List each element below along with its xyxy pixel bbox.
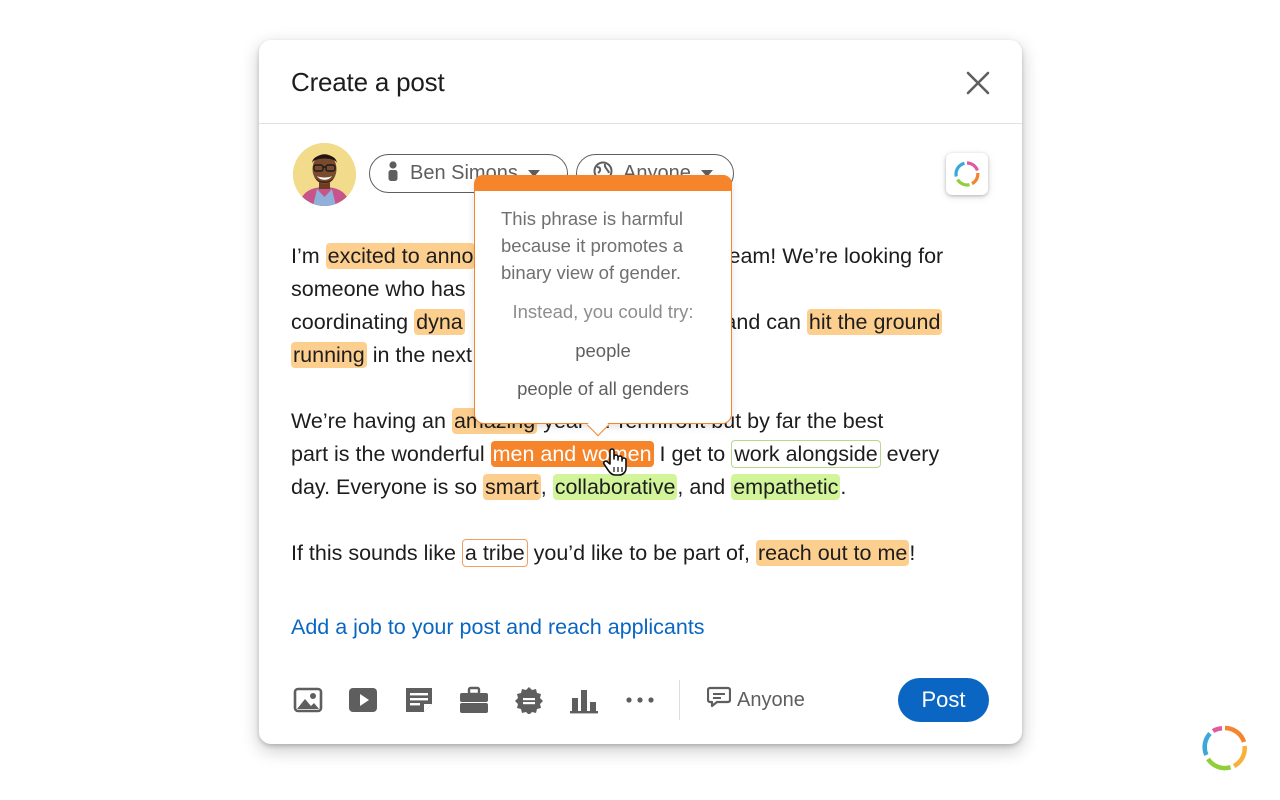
comment-audience-label: Anyone bbox=[737, 688, 805, 711]
post-text: . bbox=[840, 475, 847, 499]
positive-phrase[interactable]: collaborative bbox=[552, 474, 678, 500]
extension-ring-button[interactable] bbox=[946, 153, 988, 195]
document-icon[interactable] bbox=[404, 686, 434, 714]
toolbar-divider bbox=[679, 680, 680, 720]
post-text: you’d like to be part of, bbox=[527, 541, 756, 565]
post-text: someone who has bbox=[291, 277, 466, 301]
inclusive-language-suggestion-popover: This phrase is harmful because it promot… bbox=[474, 175, 732, 437]
close-icon[interactable] bbox=[959, 64, 997, 102]
ring-logo-icon bbox=[954, 161, 980, 187]
celebrate-icon[interactable] bbox=[514, 686, 544, 715]
flagged-phrase[interactable]: excited to anno bbox=[325, 243, 476, 269]
dialog-title: Create a post bbox=[291, 67, 445, 97]
flagged-phrase[interactable]: smart bbox=[483, 474, 541, 500]
post-text: day. Everyone is so bbox=[291, 475, 483, 499]
post-text: every bbox=[880, 442, 940, 466]
post-text: I’m bbox=[291, 244, 326, 268]
post-text: ! bbox=[909, 541, 916, 565]
flagged-phrase[interactable]: dyna bbox=[414, 309, 465, 335]
positive-phrase[interactable]: empathetic bbox=[731, 474, 841, 500]
create-post-dialog: Create a post Ben Simons Anyone I’m exci… bbox=[259, 40, 1022, 744]
post-button[interactable]: Post bbox=[898, 678, 989, 722]
avatar bbox=[293, 143, 356, 206]
post-text: coordinating bbox=[291, 310, 415, 334]
post-paragraph-3: If this sounds like a tribe you’d like t… bbox=[291, 537, 996, 570]
flagged-phrase[interactable]: a tribe bbox=[461, 539, 528, 567]
suggestion-instead-label: Instead, you could try: bbox=[512, 301, 694, 322]
comment-audience-button[interactable]: Anyone bbox=[706, 686, 805, 714]
suggestion-option[interactable]: people bbox=[475, 340, 731, 362]
poll-icon[interactable] bbox=[569, 686, 599, 714]
more-icon[interactable] bbox=[625, 686, 655, 714]
post-text: If this sounds like bbox=[291, 541, 462, 565]
dialog-header: Create a post bbox=[259, 40, 1022, 124]
post-text: eam! We’re looking for bbox=[728, 244, 944, 268]
video-icon[interactable] bbox=[348, 686, 378, 714]
suggestion-option[interactable]: people of all genders bbox=[475, 378, 731, 400]
post-toolbar: Anyone Post bbox=[291, 678, 991, 722]
flagged-phrase[interactable]: hit the ground bbox=[806, 309, 943, 335]
suggestion-message: This phrase is harmful because it promot… bbox=[501, 208, 684, 283]
post-text: , and bbox=[677, 475, 732, 499]
suggested-phrase[interactable]: work alongside bbox=[731, 440, 881, 468]
flagged-phrase[interactable]: running bbox=[291, 342, 367, 368]
popover-accent-bar bbox=[474, 175, 732, 191]
active-flagged-phrase[interactable]: men and women bbox=[490, 441, 654, 467]
ring-logo-icon bbox=[1202, 725, 1248, 771]
comment-icon bbox=[706, 686, 732, 714]
post-text: part is the wonderful bbox=[291, 442, 491, 466]
post-text: I get to bbox=[653, 442, 732, 466]
add-job-link[interactable]: Add a job to your post and reach applica… bbox=[291, 615, 705, 640]
hand-cursor-icon bbox=[602, 447, 628, 477]
post-text: in the next bbox=[366, 343, 472, 367]
post-text: We’re having an bbox=[291, 409, 452, 433]
person-icon bbox=[386, 160, 400, 187]
image-icon[interactable] bbox=[293, 686, 323, 714]
flagged-phrase[interactable]: reach out to me bbox=[755, 540, 910, 566]
job-icon[interactable] bbox=[459, 686, 489, 714]
post-text: , bbox=[540, 475, 553, 499]
